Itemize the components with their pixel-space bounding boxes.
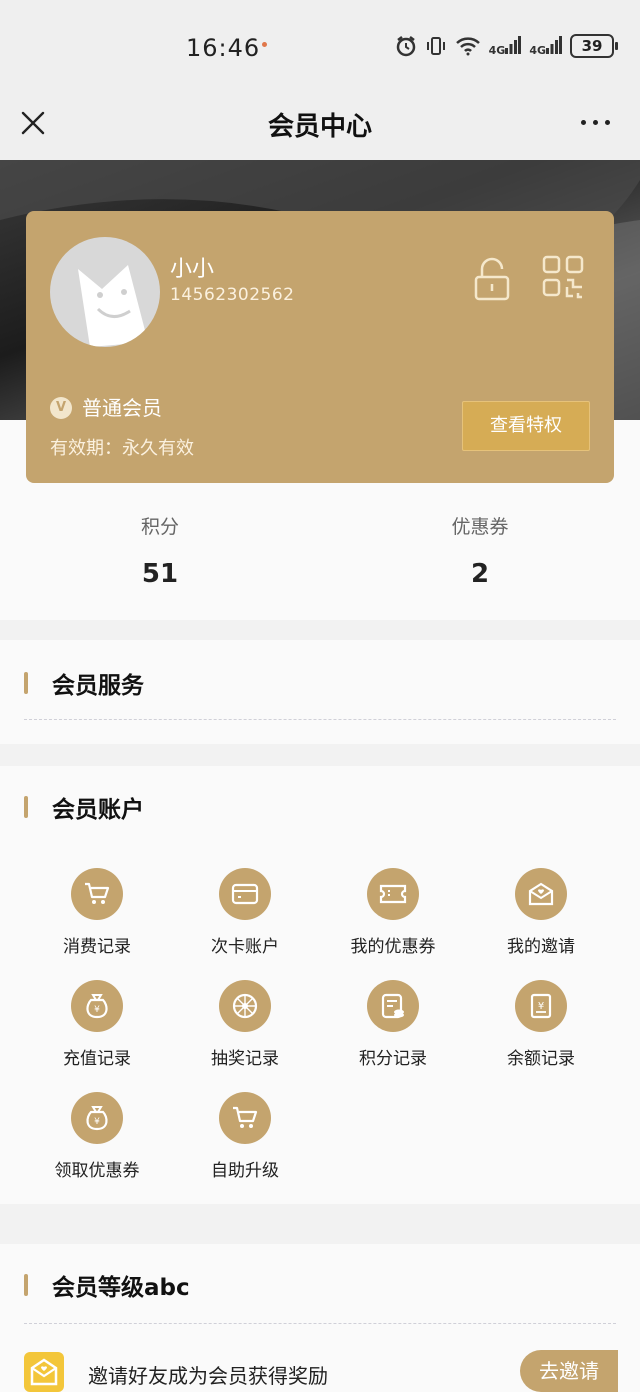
section-accent (24, 1274, 28, 1296)
times-card-account[interactable]: 次卡账户 (170, 868, 320, 957)
avatar[interactable] (50, 237, 160, 347)
user-name: 小小 (170, 257, 215, 282)
unlock-icon[interactable] (474, 257, 510, 301)
more-icon[interactable] (581, 120, 610, 125)
qr-code-icon[interactable] (542, 255, 584, 299)
services-section: 会员服务 (0, 640, 640, 744)
cart-icon (219, 1092, 271, 1144)
vibrate-icon (426, 37, 445, 55)
points-icon (367, 980, 419, 1032)
lottery-records[interactable]: 抽奖记录 (170, 980, 320, 1069)
my-invitations[interactable]: 我的邀请 (466, 868, 616, 957)
points-stat[interactable]: 积分 51 (0, 512, 320, 589)
cart-icon (71, 868, 123, 920)
member-level: 普通会员 (82, 396, 162, 420)
signal-icon: 4G (489, 35, 522, 57)
my-coupons[interactable]: 我的优惠券 (318, 868, 468, 957)
battery-icon: 39 (570, 34, 618, 58)
envelope-icon (515, 868, 567, 920)
invite-banner[interactable]: 邀请好友成为会员获得奖励 去邀请 (24, 1346, 618, 1392)
divider (24, 1323, 616, 1324)
services-title: 会员服务 (52, 673, 144, 699)
user-phone: 14562302562 (170, 285, 295, 305)
validity-text: 有效期：永久有效 (50, 438, 194, 459)
svg-text:¥: ¥ (94, 1005, 100, 1015)
card-icon (219, 868, 271, 920)
page-title: 会员中心 (267, 112, 372, 142)
coupons-value: 2 (470, 559, 490, 589)
receipt-icon: ¥ (515, 980, 567, 1032)
levels-header: 会员等级abc (24, 1268, 190, 1302)
wifi-icon (455, 37, 480, 56)
item-label: 余额记录 (507, 1049, 575, 1069)
money-bag-icon: ¥ (71, 980, 123, 1032)
points-label: 积分 (140, 516, 179, 538)
balance-records[interactable]: ¥ 余额记录 (466, 980, 616, 1069)
divider (24, 719, 616, 720)
item-label: 我的邀请 (507, 937, 575, 957)
nav-bar: 会员中心 (0, 98, 640, 160)
item-label: 次卡账户 (211, 937, 279, 957)
item-label: 自助升级 (211, 1161, 279, 1181)
status-bar: 16:46 4G 4G 39 (0, 0, 640, 98)
ticket-icon (367, 868, 419, 920)
consumption-records[interactable]: 消费记录 (22, 868, 172, 957)
item-label: 领取优惠券 (54, 1161, 140, 1181)
services-header: 会员服务 (24, 666, 144, 700)
cat-avatar-icon (78, 265, 148, 347)
item-label: 我的优惠券 (350, 937, 436, 957)
wheel-icon (219, 980, 271, 1032)
item-label: 消费记录 (63, 937, 131, 957)
alarm-icon (396, 36, 415, 57)
status-icons: 4G 4G 39 (395, 34, 618, 58)
svg-text:¥: ¥ (94, 1117, 100, 1127)
coupons-stat[interactable]: 优惠券 2 (320, 512, 640, 589)
section-accent (24, 672, 28, 694)
invite-text: 邀请好友成为会员获得奖励 (88, 1364, 328, 1388)
item-label: 抽奖记录 (211, 1049, 279, 1069)
view-privileges-button[interactable]: 查看特权 (462, 401, 590, 451)
signal-icon-2: 4G (529, 35, 562, 57)
money-bag-icon: ¥ (71, 1092, 123, 1144)
recharge-records[interactable]: ¥ 充值记录 (22, 980, 172, 1069)
svg-text:¥: ¥ (538, 1001, 544, 1012)
item-label: 充值记录 (63, 1049, 131, 1069)
points-records[interactable]: 积分记录 (318, 980, 468, 1069)
item-label: 积分记录 (359, 1049, 427, 1069)
member-card: 小小 14562302562 V 普通会员 有效期：永久有效 查看特权 (26, 211, 614, 483)
level-badge-icon: V (50, 397, 72, 419)
account-header: 会员账户 (24, 790, 144, 824)
go-invite-button[interactable]: 去邀请 (520, 1350, 618, 1392)
status-time: 16:46 (186, 34, 261, 62)
notification-dot (262, 42, 267, 47)
account-title: 会员账户 (52, 797, 144, 823)
section-accent (24, 796, 28, 818)
claim-coupons[interactable]: ¥ 领取优惠券 (22, 1092, 172, 1181)
levels-title: 会员等级abc (52, 1275, 190, 1301)
points-value: 51 (141, 559, 179, 589)
self-upgrade[interactable]: 自助升级 (170, 1092, 320, 1181)
coupons-label: 优惠券 (451, 516, 509, 538)
envelope-icon (24, 1352, 64, 1392)
account-section: 会员账户 消费记录 次卡账户 我的优惠券 我的邀请 ¥ 充值记录 抽奖记录 积分… (0, 766, 640, 1204)
